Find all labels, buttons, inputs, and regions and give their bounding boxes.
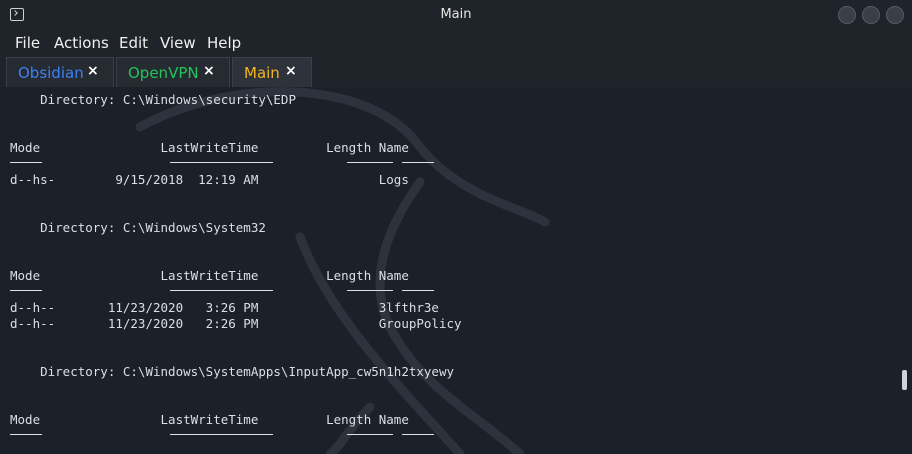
column-underline (170, 162, 273, 163)
column-underline (347, 434, 393, 435)
terminal-line: d--h-- 11/23/2020 2:26 PM GroupPolicy (10, 316, 462, 331)
menu-actions[interactable]: Actions (54, 34, 109, 52)
tab-bar: Obsidian × OpenVPN × Main × (0, 57, 912, 87)
menu-file[interactable]: File (15, 34, 40, 52)
tab-label: OpenVPN (128, 64, 199, 82)
tab-label: Main (244, 64, 280, 82)
menu-help[interactable]: Help (207, 34, 241, 52)
tab-main[interactable]: Main × (232, 57, 312, 87)
column-underline (10, 290, 42, 291)
terminal-line: Mode LastWriteTime Length Name (10, 412, 409, 427)
close-tab-icon[interactable]: × (87, 63, 99, 79)
column-underline (402, 290, 434, 291)
column-underline (347, 290, 393, 291)
column-underline (170, 434, 273, 435)
terminal-line: Directory: C:\Windows\System32 (10, 220, 266, 235)
title-bar: Main (0, 0, 912, 31)
tab-label: Obsidian (18, 64, 84, 82)
scrollbar-thumb[interactable] (902, 370, 907, 390)
window-title: Main (440, 7, 472, 22)
menu-bar: File Actions Edit View Help (0, 31, 912, 57)
column-underline (170, 290, 273, 291)
maximize-button[interactable] (862, 6, 880, 24)
menu-view[interactable]: View (160, 34, 196, 52)
menu-edit[interactable]: Edit (119, 34, 148, 52)
close-window-button[interactable] (886, 6, 904, 24)
column-underline (10, 434, 42, 435)
terminal-line: Mode LastWriteTime Length Name (10, 268, 409, 283)
terminal-line: Mode LastWriteTime Length Name (10, 140, 409, 155)
close-tab-icon[interactable]: × (203, 63, 215, 79)
tab-obsidian[interactable]: Obsidian × (6, 57, 114, 87)
column-underline (10, 162, 42, 163)
terminal-line: d--h-- 11/23/2020 3:26 PM 3lfthr3e (10, 300, 439, 315)
terminal-line: d--hs- 9/15/2018 12:19 AM Logs (10, 172, 409, 187)
terminal-line: Directory: C:\Windows\SystemApps\InputAp… (10, 364, 455, 379)
column-underline (402, 162, 434, 163)
tab-openvpn[interactable]: OpenVPN × (116, 57, 230, 87)
terminal-window: Main File Actions Edit View Help Obsidia… (0, 0, 912, 454)
close-tab-icon[interactable]: × (285, 63, 297, 79)
minimize-button[interactable] (838, 6, 856, 24)
column-underline (402, 434, 434, 435)
terminal-output[interactable]: Directory: C:\Windows\security\EDP Mode … (0, 87, 912, 454)
terminal-line: Directory: C:\Windows\security\EDP (10, 92, 296, 107)
column-underline (347, 162, 393, 163)
